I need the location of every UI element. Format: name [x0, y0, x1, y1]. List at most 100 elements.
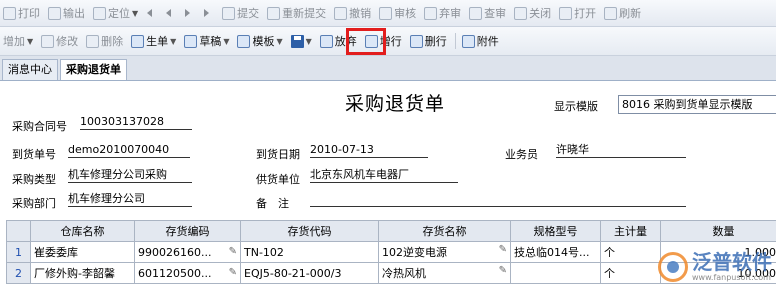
draft-icon [184, 34, 198, 48]
check-approval-button[interactable]: 查审 [466, 3, 509, 23]
arrival-no-label: 到货单号 [12, 148, 56, 161]
cell-unit[interactable]: 个 [600, 241, 661, 263]
resubmit-icon [267, 6, 281, 20]
template-select[interactable]: 8016 采购到货单显示模版 [618, 95, 776, 114]
first-icon [146, 7, 155, 20]
cell-inventory-code[interactable]: ✎ 990026160... [134, 241, 241, 263]
generate-icon [131, 34, 145, 48]
column-header [6, 220, 31, 242]
paperclip-icon[interactable]: ✎ [499, 265, 507, 276]
draft-button[interactable]: 草稿 ▼ [181, 31, 232, 51]
column-header-inventory-code[interactable]: 存货编码 [134, 220, 241, 242]
top-toolbar: 打印 输出 定位 ▼ 提交 重新提交 撤销 审核 弃审 查审 关闭 打开 刷新 [0, 0, 776, 27]
row-number: 1 [6, 241, 31, 263]
attachment-button[interactable]: 附件 [459, 31, 502, 51]
remark-field[interactable] [310, 192, 686, 207]
submit-button[interactable]: 提交 [219, 3, 262, 23]
last-icon [203, 7, 212, 20]
chevron-down-icon: ▼ [276, 36, 283, 46]
dept-field[interactable]: 机车修理分公司 [68, 192, 192, 207]
check-approval-label: 查审 [484, 7, 507, 20]
cell-spec[interactable] [510, 262, 601, 284]
resubmit-button[interactable]: 重新提交 [264, 3, 329, 23]
modify-button[interactable]: 修改 [38, 31, 81, 51]
cell-inventory-alias[interactable]: EQJ5-80-21-000/3 [240, 262, 379, 284]
paperclip-icon[interactable]: ✎ [499, 244, 507, 255]
unapprove-label: 弃审 [439, 7, 462, 20]
tab-message-center[interactable]: 消息中心 [2, 59, 58, 80]
draft-label: 草稿 [199, 35, 222, 48]
check-approval-icon [469, 6, 483, 20]
unapprove-button[interactable]: 弃审 [421, 3, 464, 23]
close-button[interactable]: 关闭 [511, 3, 554, 23]
submit-icon [222, 6, 236, 20]
main-toolbar: 增加 ▼ 修改 删除 生单 ▼ 草稿 ▼ 模板 ▼ ▼ 放弃 增行 删行 附件 [0, 27, 776, 56]
column-header-inventory-name[interactable]: 存货名称 [378, 220, 511, 242]
approve-button[interactable]: 审核 [376, 3, 419, 23]
paperclip-icon[interactable]: ✎ [229, 267, 237, 278]
open-folder-icon [559, 6, 573, 20]
remark-label: 备 注 [256, 197, 289, 210]
next-icon [184, 7, 193, 20]
generate-button[interactable]: 生单 ▼ [128, 31, 179, 51]
submit-label: 提交 [237, 7, 260, 20]
purchase-type-field[interactable]: 机车修理分公司采购 [68, 168, 192, 183]
refresh-icon [604, 6, 618, 20]
column-header-spec[interactable]: 规格型号 [510, 220, 601, 242]
locate-icon [93, 6, 106, 20]
column-header-quantity[interactable]: 数量 [660, 220, 776, 242]
chevron-down-icon: ▼ [305, 36, 312, 46]
salesman-field[interactable]: 许晓华 [556, 143, 686, 158]
cell-spec[interactable]: 技总临014号... [510, 241, 601, 263]
cell-unit[interactable]: 个 [600, 262, 661, 284]
resubmit-label: 重新提交 [282, 7, 327, 20]
locate-button[interactable]: 定位 ▼ [90, 3, 141, 23]
delete-row-button[interactable]: 删行 [407, 31, 450, 51]
export-label: 输出 [63, 7, 85, 20]
save-button[interactable]: ▼ [288, 31, 315, 51]
last-record-button[interactable] [200, 3, 217, 23]
column-header-unit[interactable]: 主计量 [600, 220, 661, 242]
cell-warehouse[interactable]: 崔委委库 [30, 241, 135, 263]
tab-purchase-return[interactable]: 采购退货单 [60, 59, 127, 80]
column-header-inventory-alias[interactable]: 存货代码 [240, 220, 379, 242]
supplier-field[interactable]: 北京东风机车电器厂 [310, 168, 458, 183]
paperclip-icon[interactable]: ✎ [229, 246, 237, 257]
watermark: 泛普软件 www.fanpusoft.com [658, 251, 772, 282]
delete-label: 删除 [101, 35, 124, 48]
first-record-button[interactable] [143, 3, 160, 23]
arrival-date-field[interactable]: 2010-07-13 [310, 143, 428, 158]
template-button[interactable]: 模板 ▼ [234, 31, 285, 51]
cell-inventory-name[interactable]: ✎ 冷热风机 [378, 262, 511, 284]
delete-row-icon [409, 34, 423, 48]
arrival-no-field[interactable]: demo2010070040 [68, 143, 190, 158]
column-header-warehouse[interactable]: 仓库名称 [30, 220, 135, 242]
add-button[interactable]: 增加 ▼ [0, 31, 36, 51]
cell-inventory-alias[interactable]: TN-102 [240, 241, 379, 263]
contract-field[interactable]: 100303137028 [80, 115, 192, 130]
voucher-form: 采购退货单 显示模版 8016 采购到货单显示模版 采购合同号 10030313… [0, 81, 776, 286]
modify-label: 修改 [56, 35, 79, 48]
fanpu-logo-icon [658, 251, 688, 282]
cell-inventory-name[interactable]: ✎ 102逆变电源 [378, 241, 511, 263]
locate-label: 定位 [108, 7, 130, 20]
delete-button[interactable]: 删除 [83, 31, 126, 51]
cell-inventory-code[interactable]: ✎ 601120500... [134, 262, 241, 284]
cell-text: 990026160... [138, 245, 212, 259]
refresh-button[interactable]: 刷新 [601, 3, 644, 23]
purchase-type-label: 采购类型 [12, 173, 56, 186]
next-record-button[interactable] [181, 3, 198, 23]
cell-warehouse[interactable]: 厂修外购-李韶馨 [30, 262, 135, 284]
export-icon [48, 6, 61, 20]
printer-icon [3, 6, 16, 20]
print-button[interactable]: 打印 [0, 3, 43, 23]
revoke-button[interactable]: 撤销 [331, 3, 374, 23]
close-icon [514, 6, 528, 20]
watermark-text: 泛普软件 [692, 250, 772, 274]
approve-label: 审核 [394, 7, 417, 20]
dept-label: 采购部门 [12, 197, 56, 210]
open-button[interactable]: 打开 [556, 3, 599, 23]
export-button[interactable]: 输出 [45, 3, 88, 23]
prev-record-button[interactable] [162, 3, 179, 23]
edit-icon [41, 34, 55, 48]
